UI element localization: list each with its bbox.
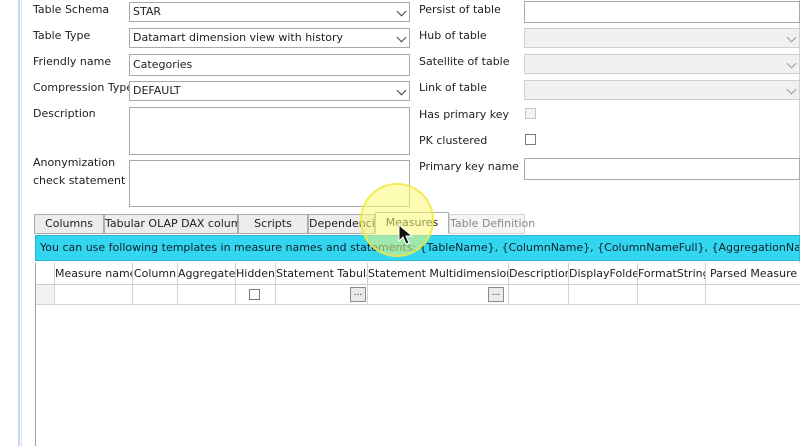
anonymization-textarea[interactable] <box>129 160 410 207</box>
primary-key-name-input[interactable] <box>524 158 800 180</box>
cell-format-string[interactable] <box>638 285 706 305</box>
cell-parsed-measure-name[interactable] <box>706 285 800 305</box>
hidden-checkbox[interactable] <box>249 289 260 300</box>
has-primary-key-label: Has primary key <box>419 108 510 121</box>
mouse-pointer-icon <box>398 224 414 245</box>
col-statement-tabular[interactable]: Statement Tabular <box>276 263 368 285</box>
statement-multidimensional-ellipsis-button[interactable]: ... <box>488 287 504 302</box>
row-header-corner <box>36 263 55 285</box>
statement-tabular-ellipsis-button[interactable]: ... <box>350 287 366 302</box>
table-type-label: Table Type <box>33 29 91 42</box>
col-statement-multidimensional[interactable]: Statement Multidimensional <box>368 263 509 285</box>
pk-clustered-checkbox[interactable] <box>525 134 536 145</box>
pk-clustered-label: PK clustered <box>419 134 488 147</box>
link-of-table-combo[interactable] <box>524 80 800 100</box>
tab-table-definition[interactable]: Table Definition <box>449 214 535 234</box>
col-hidden[interactable]: Hidden <box>236 263 276 285</box>
has-primary-key-checkbox[interactable] <box>525 108 536 119</box>
primary-key-name-label: Primary key name <box>419 160 519 173</box>
table-schema-combo[interactable]: STAR <box>129 2 410 22</box>
hub-of-table-label: Hub of table <box>419 29 487 42</box>
window-left-frame <box>0 0 22 446</box>
col-parsed-measure-name[interactable]: Parsed Measure Na <box>706 263 800 285</box>
friendly-name-input[interactable]: Categories <box>129 54 410 76</box>
satellite-of-table-label: Satellite of table <box>419 55 510 68</box>
cell-column[interactable] <box>133 285 178 305</box>
new-row-header[interactable] <box>36 285 55 305</box>
col-aggregate[interactable]: Aggregate <box>178 263 236 285</box>
tab-tabular-olap-dax-columns[interactable]: Tabular OLAP DAX columns <box>104 214 254 234</box>
col-measure-name[interactable]: Measure name <box>55 263 133 285</box>
chevron-down-icon <box>786 58 797 69</box>
tab-columns[interactable]: Columns <box>34 214 104 234</box>
satellite-of-table-combo[interactable] <box>524 54 800 74</box>
cell-hidden[interactable] <box>236 285 276 305</box>
persist-of-table-input[interactable] <box>524 1 800 23</box>
chevron-down-icon <box>396 32 407 43</box>
col-column[interactable]: Column <box>133 263 178 285</box>
col-display-folder[interactable]: DisplayFolder <box>569 263 638 285</box>
anonymization-label-line2: check statement <box>33 174 126 187</box>
cell-statement-tabular[interactable]: ... <box>276 285 368 305</box>
chevron-down-icon <box>396 6 407 17</box>
table-type-value: Datamart dimension view with history <box>133 31 344 44</box>
cell-display-folder[interactable] <box>569 285 638 305</box>
persist-of-table-label: Persist of table <box>419 3 501 16</box>
table-schema-value: STAR <box>133 5 162 18</box>
cell-aggregate[interactable] <box>178 285 236 305</box>
description-label: Description <box>33 107 96 120</box>
friendly-name-label: Friendly name <box>33 55 112 68</box>
table-schema-label: Table Schema <box>33 3 110 16</box>
measures-grid[interactable]: Measure name Column Aggregate Hidden Sta… <box>35 263 800 446</box>
chevron-down-icon <box>396 85 407 96</box>
cell-description[interactable] <box>509 285 569 305</box>
cell-statement-multidimensional[interactable]: ... <box>368 285 509 305</box>
cell-measure-name[interactable] <box>55 285 133 305</box>
link-of-table-label: Link of table <box>419 81 487 94</box>
table-type-combo[interactable]: Datamart dimension view with history <box>129 28 410 48</box>
compression-type-value: DEFAULT <box>133 84 181 97</box>
description-textarea[interactable] <box>129 107 410 155</box>
compression-type-label: Compression Type <box>33 81 134 94</box>
anonymization-label-line1: Anonymization <box>33 156 116 169</box>
col-format-string[interactable]: FormatString <box>638 263 706 285</box>
col-description[interactable]: Description <box>509 263 569 285</box>
tab-scripts[interactable]: Scripts <box>238 214 308 234</box>
chevron-down-icon <box>786 32 797 43</box>
compression-type-combo[interactable]: DEFAULT <box>129 81 410 101</box>
templates-info-bar: You can use following templates in measu… <box>35 235 800 261</box>
chevron-down-icon <box>786 84 797 95</box>
hub-of-table-combo[interactable] <box>524 28 800 48</box>
friendly-name-value: Categories <box>133 58 193 71</box>
tab-dependencies[interactable]: Dependencies <box>308 214 387 234</box>
